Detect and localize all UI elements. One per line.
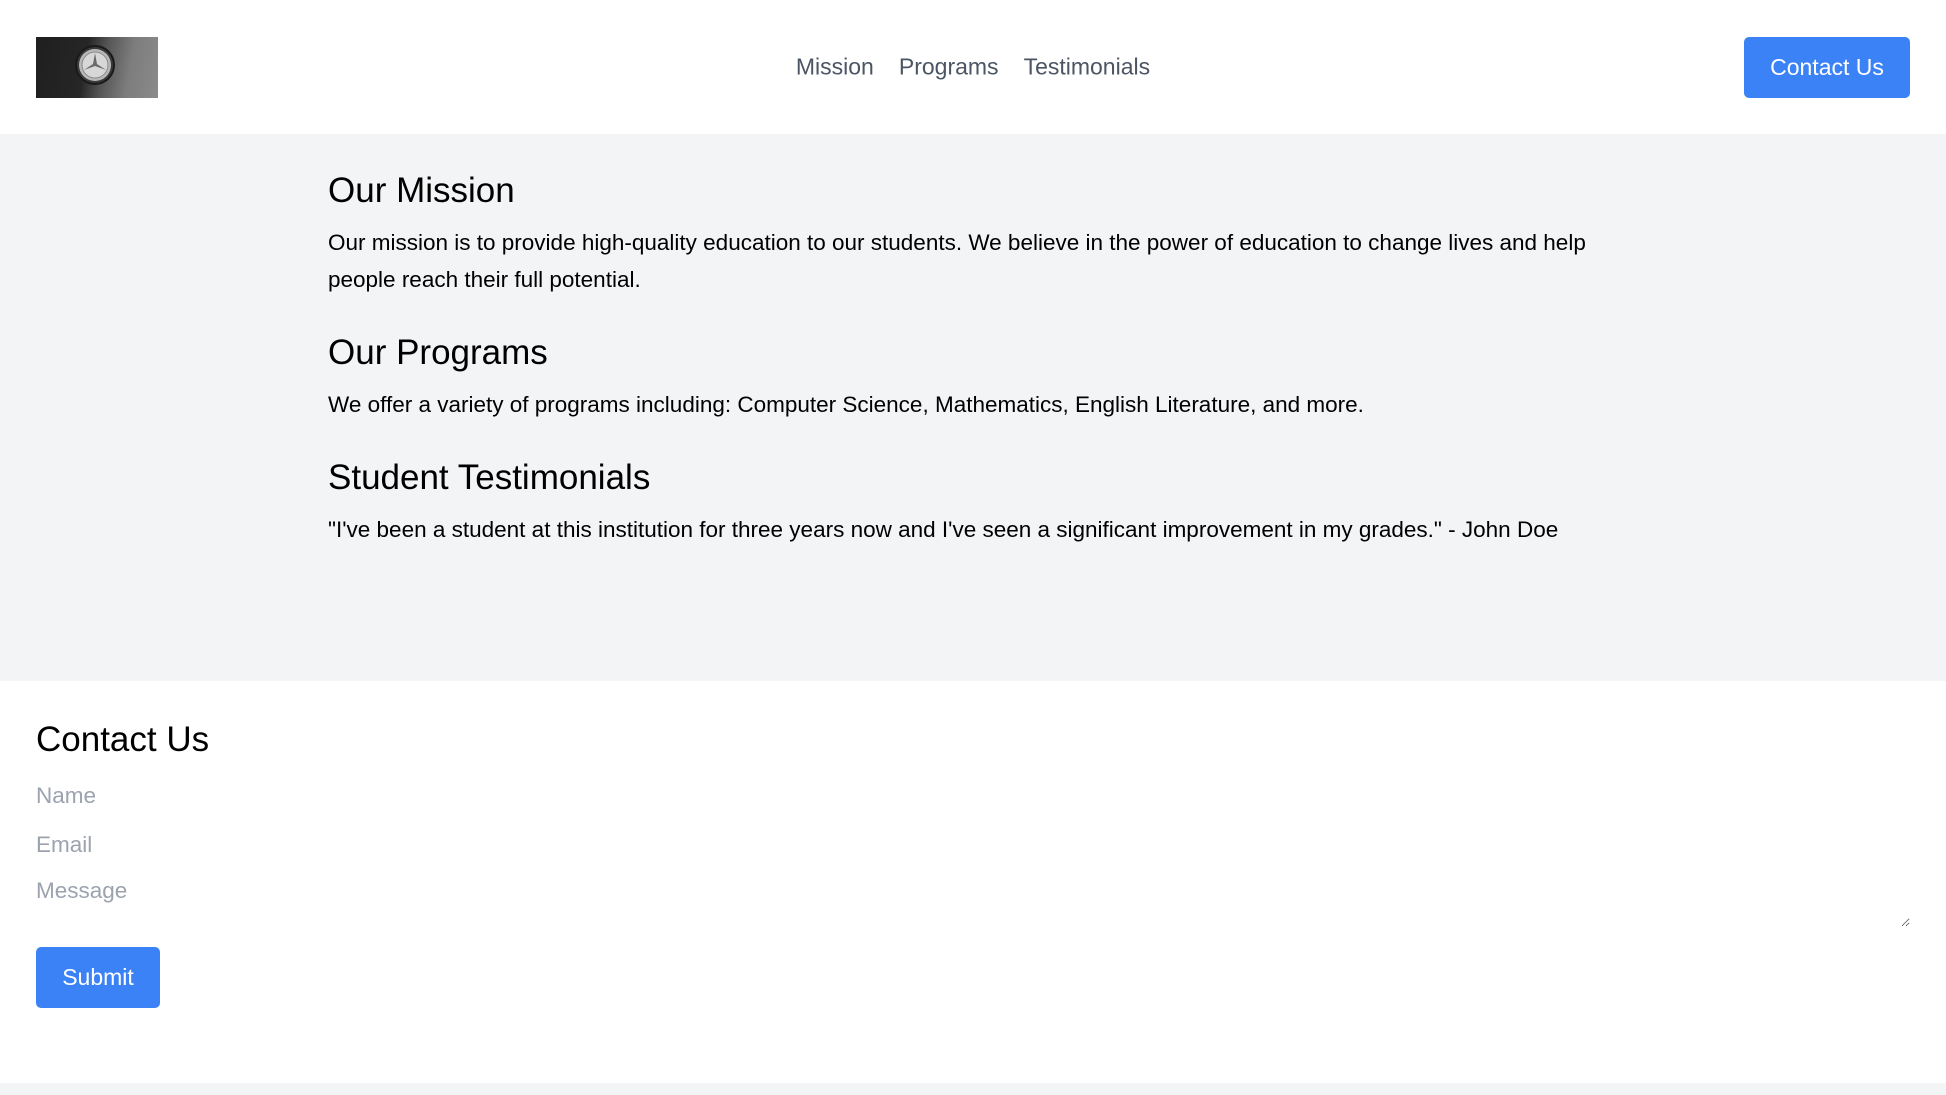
contact-form: Submit: [36, 771, 1910, 1008]
email-input[interactable]: [36, 820, 1910, 869]
testimonial-quote: "I've been a student at this institution…: [328, 517, 1559, 542]
programs-text: We offer a variety of programs including…: [328, 392, 1364, 417]
logo[interactable]: [36, 36, 158, 98]
name-input[interactable]: [36, 771, 1910, 820]
main-nav: Mission Programs Testimonials: [796, 55, 1151, 79]
submit-button[interactable]: Submit: [36, 947, 160, 1008]
nav-link-programs[interactable]: Programs: [899, 55, 999, 79]
contact-heading: Contact Us: [36, 720, 210, 759]
contact-us-button[interactable]: Contact Us: [1744, 36, 1910, 98]
contact-section: Contact Us Submit: [0, 681, 1946, 1083]
nav-link-testimonials[interactable]: Testimonials: [1024, 55, 1151, 79]
programs-heading: Our Programs: [328, 333, 548, 372]
content-column: Our Mission Our mission is to provide hi…: [328, 170, 1618, 548]
mission-section: Our Mission Our mission is to provide hi…: [328, 170, 1618, 298]
message-textarea[interactable]: [36, 869, 1910, 927]
programs-section: Our Programs We offer a variety of progr…: [328, 332, 1618, 423]
testimonials-section: Student Testimonials "I've been a studen…: [328, 457, 1618, 548]
nav-link-mission[interactable]: Mission: [796, 55, 874, 79]
mission-text: Our mission is to provide high-quality e…: [328, 230, 1586, 292]
car-emblem-icon: [75, 44, 115, 85]
testimonials-heading: Student Testimonials: [328, 458, 651, 497]
site-header: Mission Programs Testimonials Contact Us: [0, 0, 1946, 134]
mission-heading: Our Mission: [328, 171, 515, 210]
main-content: Our Mission Our mission is to provide hi…: [0, 134, 1946, 681]
footer-strip: [0, 1083, 1946, 1095]
